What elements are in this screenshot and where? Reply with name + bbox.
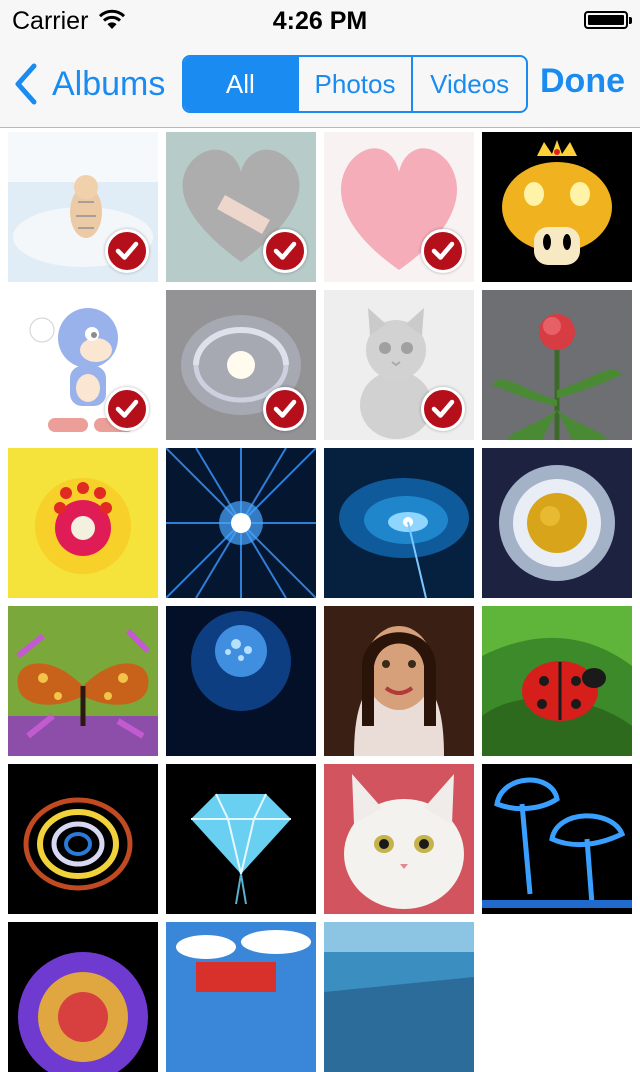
checkmark-icon — [105, 387, 149, 431]
photo-thumbnail-blue-diamond[interactable] — [166, 764, 316, 914]
photo-thumbnail-neon-blue-mushrooms[interactable] — [482, 764, 632, 914]
photo-thumbnail-partial-red-car-sky[interactable] — [166, 922, 316, 1072]
chevron-left-icon — [15, 63, 37, 105]
back-button[interactable]: Albums — [12, 58, 165, 110]
thumbnail-image — [482, 290, 632, 440]
done-button[interactable]: Done — [540, 62, 625, 101]
photo-thumbnail-golden-mushroom-on-black[interactable] — [482, 132, 632, 282]
thumbnail-image — [166, 606, 316, 756]
photo-thumbnail-woman-portrait[interactable] — [324, 606, 474, 756]
photo-thumbnail-blue-light-burst[interactable] — [166, 448, 316, 598]
photo-thumbnail-yellow-hibiscus-flower[interactable] — [8, 448, 158, 598]
photo-thumbnail-red-flower-green-leaves[interactable] — [482, 290, 632, 440]
thumbnail-image — [324, 448, 474, 598]
checkmark-icon — [263, 387, 307, 431]
checkmark-icon — [421, 387, 465, 431]
thumbnail-image — [482, 606, 632, 756]
segment-photos[interactable]: Photos — [296, 57, 412, 111]
photo-thumbnail-pink-heart-on-paper[interactable] — [324, 132, 474, 282]
battery-icon — [584, 11, 632, 29]
thumbnail-image — [482, 448, 632, 598]
segment-videos[interactable]: Videos — [411, 57, 526, 111]
photo-thumbnail-tiger-in-snow[interactable] — [8, 132, 158, 282]
photo-thumbnail-ladybug-on-leaf[interactable] — [482, 606, 632, 756]
photo-thumbnail-sonic-character[interactable] — [8, 290, 158, 440]
photo-thumbnail-butterfly-on-purple-flowers[interactable] — [8, 606, 158, 756]
photo-thumbnail-glowing-abstract-rings[interactable] — [8, 764, 158, 914]
thumbnail-image — [166, 448, 316, 598]
photo-thumbnail-partial-blue-sea[interactable] — [324, 922, 474, 1072]
media-filter-segmented-control: All Photos Videos — [182, 55, 528, 113]
photo-thumbnail-blue-underwater-bubbles[interactable] — [166, 606, 316, 756]
thumbnail-image — [166, 764, 316, 914]
photo-thumbnail-partial-colorful-orb[interactable] — [8, 922, 158, 1072]
thumbnail-image — [324, 606, 474, 756]
thumbnail-image — [8, 922, 158, 1072]
thumbnail-image — [482, 764, 632, 914]
photo-thumbnail-white-cat-pink-cloth[interactable] — [324, 764, 474, 914]
checkmark-icon — [421, 229, 465, 273]
thumbnail-image — [166, 922, 316, 1072]
photo-thumbnail-sun-with-white-rays[interactable] — [482, 448, 632, 598]
thumbnail-image — [482, 132, 632, 282]
status-time: 4:26 PM — [272, 7, 368, 35]
back-label: Albums — [52, 64, 166, 103]
thumbnail-image — [324, 922, 474, 1072]
photo-thumbnail-spiral-galaxy[interactable] — [166, 290, 316, 440]
thumbnail-image — [8, 764, 158, 914]
thumbnail-image — [8, 448, 158, 598]
checkmark-icon — [263, 229, 307, 273]
thumbnail-image — [324, 764, 474, 914]
thumbnail-image — [8, 606, 158, 756]
photo-thumbnail-sparkly-heart-with-bandage[interactable] — [166, 132, 316, 282]
status-bar: Carrier 4:26 PM — [0, 0, 640, 40]
navigation-bar: Carrier 4:26 PM Albums All Photos Videos… — [0, 0, 640, 128]
checkmark-icon — [105, 229, 149, 273]
photo-thumbnail-blue-spiral-vortex[interactable] — [324, 448, 474, 598]
segment-all[interactable]: All — [184, 57, 297, 111]
photo-thumbnail-gray-kitten[interactable] — [324, 290, 474, 440]
